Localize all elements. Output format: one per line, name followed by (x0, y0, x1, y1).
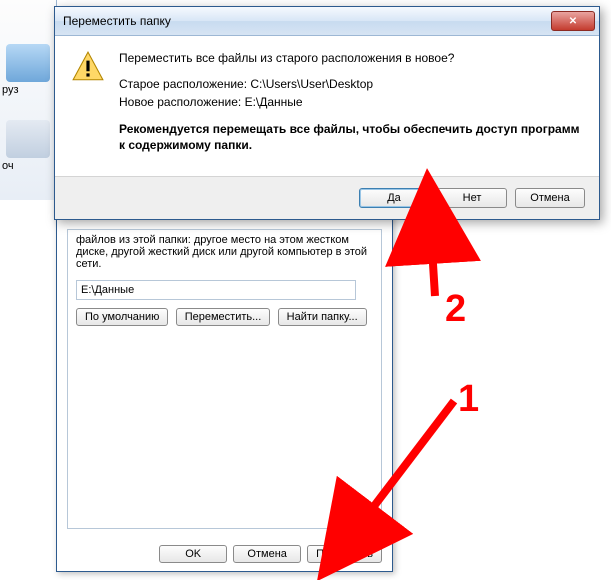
dialog-title: Переместить папку (63, 14, 551, 28)
move-button[interactable]: Переместить... (176, 308, 271, 326)
properties-hint: файлов из этой папки: другое место на эт… (76, 234, 373, 270)
yes-button[interactable]: Да (359, 188, 429, 208)
ok-button[interactable]: OK (159, 545, 227, 563)
desktop-fragment: руз оч (0, 0, 57, 200)
desktop-label: руз (2, 84, 19, 96)
annotation-arrow-2 (410, 210, 450, 303)
cancel-button[interactable]: Отмена (233, 545, 301, 563)
annotation-number-2: 2 (445, 288, 466, 331)
new-location: Новое расположение: E:\Данные (119, 94, 583, 110)
dialog-titlebar[interactable]: Переместить папку ✕ (55, 7, 599, 36)
find-folder-button[interactable]: Найти папку... (278, 308, 367, 326)
dialog-body-text: Переместить все файлы из старого располо… (119, 50, 583, 170)
dialog-recommendation: Рекомендуется перемещать все файлы, чтоб… (119, 121, 583, 153)
desktop-icon (6, 120, 50, 158)
desktop-icon (6, 44, 50, 82)
old-location: Старое расположение: C:\Users\User\Deskt… (119, 76, 583, 92)
warning-icon (71, 50, 105, 84)
close-icon: ✕ (569, 16, 577, 27)
desktop-label: оч (2, 160, 14, 172)
properties-body: файлов из этой папки: другое место на эт… (67, 229, 382, 529)
apply-button[interactable]: Применить (307, 545, 382, 563)
dialog-question: Переместить все файлы из старого располо… (119, 50, 583, 66)
move-folder-dialog: Переместить папку ✕ Переместить все файл… (54, 6, 600, 220)
location-path-input[interactable] (76, 280, 356, 300)
annotation-number-1: 1 (458, 378, 479, 421)
cancel-button[interactable]: Отмена (515, 188, 585, 208)
restore-default-button[interactable]: По умолчанию (76, 308, 168, 326)
close-button[interactable]: ✕ (551, 11, 595, 31)
no-button[interactable]: Нет (437, 188, 507, 208)
